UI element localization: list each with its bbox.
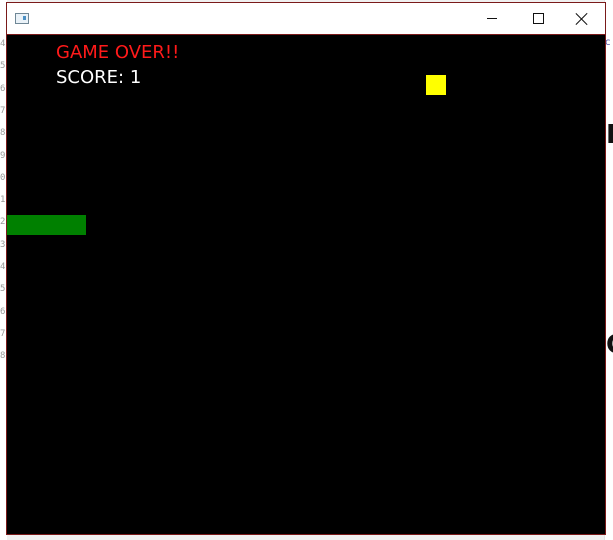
- background-line-number: 4: [0, 39, 6, 49]
- background-line-number: 2: [0, 217, 6, 228]
- score-text: SCORE: 1: [56, 67, 142, 88]
- maximize-button[interactable]: [515, 3, 561, 34]
- background-line-number: 7: [0, 105, 6, 116]
- snake-body: [7, 215, 86, 235]
- background-line-number: 3: [0, 239, 6, 250]
- close-icon: [576, 13, 588, 25]
- background-line-number: 6: [0, 83, 6, 94]
- minimize-icon: [487, 18, 497, 19]
- background-line-number: 8: [0, 351, 6, 362]
- background-fragment: C: [606, 330, 613, 360]
- maximize-icon: [532, 13, 544, 24]
- background-line-number: 1: [0, 195, 6, 206]
- background-line-number: 6: [0, 306, 6, 317]
- close-button[interactable]: [559, 3, 605, 34]
- background-line-number: 5: [0, 284, 6, 295]
- background-line-number: 7: [0, 328, 6, 339]
- background-fragment: I: [606, 120, 613, 150]
- game-over-text: GAME OVER!!: [56, 42, 180, 63]
- background-line-number: 0: [0, 172, 6, 183]
- game-canvas[interactable]: GAME OVER!! SCORE: 1: [7, 35, 605, 534]
- app-window-icon: [15, 13, 29, 24]
- title-bar: [7, 3, 605, 35]
- minimize-button[interactable]: [469, 3, 515, 34]
- background-line-number: 9: [0, 150, 6, 161]
- background-line-number: 4: [0, 262, 6, 272]
- background-line-number: 8: [0, 128, 6, 139]
- game-window: GAME OVER!! SCORE: 1: [6, 2, 606, 535]
- background-line-number: 5: [0, 61, 6, 72]
- food-block: [426, 75, 446, 95]
